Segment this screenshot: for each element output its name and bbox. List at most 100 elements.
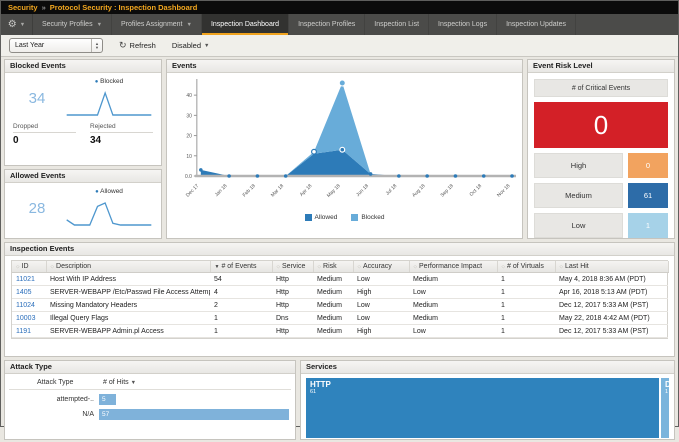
svg-text:Apr 18: Apr 18 <box>299 183 314 198</box>
table-row: 10003Illegal Query Flags1DnsMediumLowMed… <box>12 312 668 325</box>
sort-icon: ⬦ <box>16 264 20 270</box>
time-period-select[interactable]: Last Year ▲▼ <box>9 38 103 53</box>
breadcrumb-section[interactable]: Security <box>8 3 38 12</box>
svg-text:Aug 18: Aug 18 <box>411 183 427 199</box>
critical-events-label: # of Critical Events <box>534 79 668 97</box>
column-header--of-events[interactable]: ▼# of Events <box>210 261 272 273</box>
table-cell: Low <box>409 325 497 338</box>
service-label: HTTP <box>310 380 655 389</box>
treemap-box-dns[interactable]: DNS1 <box>661 378 669 438</box>
risk-row-high: High0 <box>534 153 668 178</box>
events-chart-legend: Allowed Blocked <box>171 214 518 221</box>
hits-sort-header[interactable]: # of Hits ▼ <box>103 379 136 386</box>
column-header-risk[interactable]: ⬦Risk <box>313 261 353 273</box>
inspection-events-table: ⬦ID⬦Description▼# of Events⬦Service⬦Risk… <box>12 261 669 338</box>
table-cell: 1 <box>210 312 272 325</box>
breadcrumb: Security » Protocol Security : Inspectio… <box>1 1 678 14</box>
blocked-events-panel: Blocked Events 34 ● Blocked Dropped 0 <box>4 59 162 166</box>
table-cell: Medium <box>313 273 353 286</box>
svg-text:Jun 18: Jun 18 <box>355 183 370 198</box>
table-row: 1191SERVER-WEBAPP Admin.pl Access1HttpMe… <box>12 325 668 338</box>
svg-text:Jan 18: Jan 18 <box>214 183 229 198</box>
event-id-link[interactable]: 10003 <box>12 312 46 325</box>
critical-events-value: 0 <box>534 102 668 148</box>
attack-type-panel: Attack Type Attack Type # of Hits ▼ atte… <box>4 360 296 440</box>
blocked-swatch-icon <box>351 214 358 221</box>
panel-title: Services <box>301 361 674 374</box>
tab-inspection-list[interactable]: Inspection List <box>365 14 429 35</box>
table-cell: Medium <box>313 312 353 325</box>
table-cell: Medium <box>409 312 497 325</box>
allowed-events-count: 28 <box>11 186 63 231</box>
table-cell: Medium <box>313 299 353 312</box>
event-id-link[interactable]: 11024 <box>12 299 46 312</box>
treemap-box-http[interactable]: HTTP61 <box>306 378 659 438</box>
refresh-button[interactable]: ↻ Refresh <box>119 41 156 50</box>
column-header-performance-impact[interactable]: ⬦Performance Impact <box>409 261 497 273</box>
table-cell: 1 <box>497 325 555 338</box>
table-cell: Apr 16, 2018 5:13 AM (PDT) <box>555 286 668 299</box>
panel-title: Attack Type <box>5 361 295 374</box>
tab-inspection-profiles[interactable]: Inspection Profiles <box>289 14 365 35</box>
blocked-events-count: 34 <box>11 76 63 121</box>
svg-text:20: 20 <box>186 134 192 140</box>
table-cell: May 22, 2018 4:42 AM (PDT) <box>555 312 668 325</box>
inspection-events-panel: Inspection Events ⬦ID⬦Description▼# of E… <box>4 242 675 357</box>
column-header-description[interactable]: ⬦Description <box>46 261 210 273</box>
table-cell: Low <box>353 273 409 286</box>
column-header-accuracy[interactable]: ⬦Accuracy <box>353 261 409 273</box>
column-header-last-hit[interactable]: ⬦Last Hit <box>555 261 668 273</box>
tab-inspection-logs[interactable]: Inspection Logs <box>429 14 497 35</box>
risk-count-badge[interactable]: 1 <box>628 213 668 238</box>
refresh-icon: ↻ <box>119 41 127 50</box>
risk-level-rows: High0Medium61Low1 <box>534 153 668 238</box>
spark-legend: ● Blocked <box>63 78 155 85</box>
risk-count-badge[interactable]: 61 <box>628 183 668 208</box>
settings-menu-button[interactable]: ⚙ ▼ <box>1 14 33 35</box>
table-cell: Low <box>353 299 409 312</box>
blocked-sparkline <box>63 85 155 121</box>
table-cell: Medium <box>313 325 353 338</box>
services-panel: Services HTTP61DNS1 <box>300 360 675 440</box>
table-cell: 1 <box>497 299 555 312</box>
hits-bar[interactable]: 57 <box>99 409 289 420</box>
table-row: 11024Missing Mandatory Headers2HttpMediu… <box>12 299 668 312</box>
table-cell: 1 <box>497 312 555 325</box>
event-risk-level-panel: Event Risk Level # of Critical Events 0 … <box>527 59 675 239</box>
disabled-dropdown[interactable]: Disabled ▼ <box>172 41 210 50</box>
event-id-link[interactable]: 1405 <box>12 286 46 299</box>
hits-bar[interactable]: 5 <box>99 394 116 405</box>
table-cell: Missing Mandatory Headers <box>46 299 210 312</box>
panel-title: Event Risk Level <box>528 60 674 73</box>
table-cell: Http <box>272 273 313 286</box>
table-cell: 2 <box>210 299 272 312</box>
tab-inspection-updates[interactable]: Inspection Updates <box>497 14 576 35</box>
column-header-service[interactable]: ⬦Service <box>272 261 313 273</box>
legend-dot-icon: ● <box>95 189 99 195</box>
column-header-id[interactable]: ⬦ID <box>12 261 46 273</box>
attack-type-label: N/A <box>5 411 99 418</box>
chevron-down-icon: ▼ <box>187 22 192 28</box>
risk-label: Medium <box>534 183 623 208</box>
risk-label: Low <box>534 213 623 238</box>
svg-text:40: 40 <box>186 93 192 99</box>
sort-icon: ⬦ <box>277 264 281 270</box>
risk-count-badge[interactable]: 0 <box>628 153 668 178</box>
spark-legend: ● Allowed <box>63 188 155 195</box>
attack-type-bars: attempted-..5N/A57 <box>5 394 295 420</box>
dashboard-content: Blocked Events 34 ● Blocked Dropped 0 <box>1 57 678 442</box>
table-cell: 4 <box>210 286 272 299</box>
tab-profiles-assignment[interactable]: Profiles Assignment ▼ <box>112 14 202 35</box>
event-id-link[interactable]: 11021 <box>12 273 46 286</box>
column-header--of-virtuals[interactable]: ⬦# of Virtuals <box>497 261 555 273</box>
services-treemap: HTTP61DNS1 <box>306 378 669 438</box>
tab-security-profiles[interactable]: Security Profiles ▼ <box>33 14 112 35</box>
table-cell: High <box>353 325 409 338</box>
table-cell: Http <box>272 286 313 299</box>
tab-inspection-dashboard[interactable]: Inspection Dashboard <box>202 14 289 35</box>
risk-label: High <box>534 153 623 178</box>
event-id-link[interactable]: 1191 <box>12 325 46 338</box>
allowed-events-panel: Allowed Events 28 ● Allowed <box>4 169 162 239</box>
table-cell: Medium <box>313 286 353 299</box>
table-row: 11021Host With IP Address54HttpMediumLow… <box>12 273 668 286</box>
